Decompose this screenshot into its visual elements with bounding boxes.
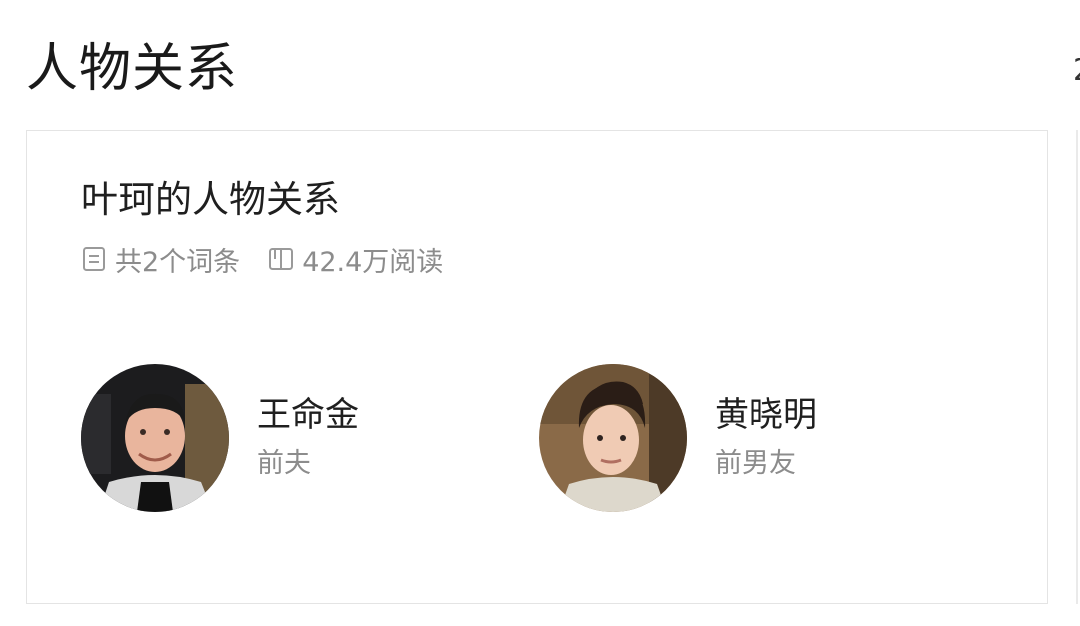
person-relation-1: 前夫: [257, 448, 311, 479]
person-item-1[interactable]: 王命金 前夫: [81, 363, 359, 513]
entries-count: 共2个词条: [81, 240, 240, 279]
person-name-2[interactable]: 黄晓明: [715, 392, 817, 438]
card-meta: 共2个词条 42.4万阅读: [81, 240, 471, 279]
person-relation-2: 前男友: [715, 448, 796, 479]
person-avatar-2[interactable]: [539, 364, 687, 512]
next-card-title-peek[interactable]: 2: [1073, 58, 1080, 84]
next-card-edge[interactable]: [1076, 130, 1080, 604]
section-title: 人物关系: [26, 39, 239, 99]
relationship-card[interactable]: 叶珂的人物关系 共2个词条 42.4万阅读 王命金 前夫 黄晓明 前男友: [26, 130, 1048, 604]
reads-count: 42.4万阅读: [268, 240, 443, 279]
person-name-1[interactable]: 王命金: [257, 392, 359, 438]
reads-count-label: 42.4万阅读: [302, 246, 444, 278]
person-text-1: 王命金 前夫: [257, 392, 359, 484]
book-icon: [268, 246, 294, 272]
person-avatar-1[interactable]: [81, 364, 229, 512]
person-item-2[interactable]: 黄晓明 前男友: [539, 363, 817, 513]
card-title[interactable]: 叶珂的人物关系: [81, 175, 340, 225]
entries-count-label: 共2个词条: [115, 246, 241, 278]
list-doc-icon: [81, 246, 107, 272]
person-text-2: 黄晓明 前男友: [715, 392, 817, 484]
